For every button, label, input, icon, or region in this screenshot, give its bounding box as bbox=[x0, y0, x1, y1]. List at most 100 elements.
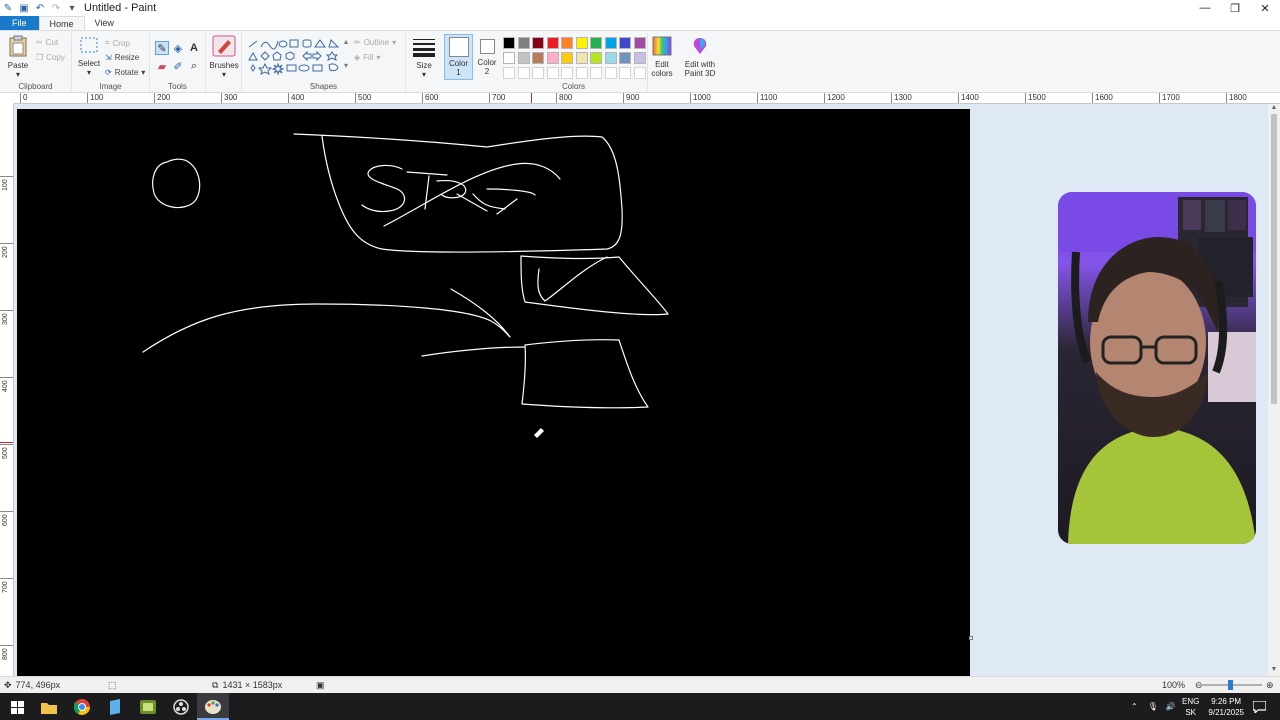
chrome-icon[interactable] bbox=[73, 698, 91, 716]
tab-view[interactable]: View bbox=[85, 16, 124, 30]
shapes-gallery[interactable] bbox=[247, 38, 347, 78]
palette-swatch[interactable] bbox=[532, 52, 544, 64]
fill-bucket-icon[interactable]: ◈ bbox=[171, 41, 185, 55]
input-language[interactable]: ENG SK bbox=[1182, 696, 1199, 718]
color1-button[interactable]: Color 1 bbox=[444, 34, 473, 80]
tab-file[interactable]: File bbox=[0, 16, 39, 30]
palette-swatch[interactable] bbox=[546, 37, 559, 49]
paste-button[interactable]: Paste ▾ bbox=[4, 35, 32, 79]
minimize-button[interactable]: — bbox=[1190, 0, 1220, 16]
show-hidden-icons-icon[interactable]: ⌃ bbox=[1131, 702, 1138, 711]
rotate-button[interactable]: ⟳ Rotate ▾ bbox=[105, 68, 145, 77]
palette-swatch-empty[interactable] bbox=[546, 67, 559, 79]
palette-swatch-empty[interactable] bbox=[575, 67, 588, 79]
notifications-icon[interactable] bbox=[1250, 698, 1268, 716]
ruler-tick: 1400 bbox=[958, 93, 979, 103]
palette-swatch-empty[interactable] bbox=[517, 67, 530, 79]
copy-button[interactable]: ❐ Copy bbox=[36, 53, 65, 62]
drawing-canvas[interactable] bbox=[17, 109, 970, 676]
palette-swatch-empty[interactable] bbox=[503, 67, 515, 79]
palette-swatch[interactable] bbox=[590, 37, 602, 49]
text-tool-icon[interactable]: A bbox=[187, 41, 201, 55]
maximize-button[interactable]: ❐ bbox=[1220, 0, 1250, 16]
palette-swatch[interactable] bbox=[517, 37, 530, 49]
eraser-icon[interactable]: ▰ bbox=[155, 59, 169, 73]
magnifier-icon[interactable]: ⌕ bbox=[187, 59, 201, 73]
edit-colors-button[interactable]: Edit colors bbox=[648, 36, 676, 78]
palette-swatch[interactable] bbox=[633, 52, 646, 64]
palette-swatch[interactable] bbox=[604, 37, 617, 49]
ruler-tick: 1000 bbox=[690, 93, 711, 103]
app-icon-green[interactable] bbox=[139, 698, 157, 716]
pencil-icon[interactable]: ✎ bbox=[155, 41, 169, 55]
zoom-slider-thumb[interactable] bbox=[1228, 680, 1233, 690]
vertical-scrollbar[interactable]: ▲ ▼ bbox=[1268, 104, 1280, 676]
ruler-label: 600 bbox=[2, 514, 9, 526]
palette-swatch[interactable] bbox=[575, 52, 588, 64]
palette-swatch[interactable] bbox=[546, 52, 559, 64]
redo-icon[interactable]: ↷ bbox=[50, 2, 62, 14]
palette-swatch[interactable] bbox=[604, 52, 617, 64]
clock[interactable]: 9:26 PM 9/21/2025 bbox=[1208, 696, 1244, 718]
scrollbar-thumb[interactable] bbox=[1271, 114, 1277, 404]
palette-swatch-empty[interactable] bbox=[532, 67, 544, 79]
outline-button[interactable]: ✏ Outline ▾ bbox=[354, 38, 396, 47]
select-button[interactable]: Select ▾ bbox=[75, 35, 103, 77]
palette-swatch[interactable] bbox=[590, 52, 602, 64]
tab-home[interactable]: Home bbox=[38, 16, 85, 30]
palette-swatch-empty[interactable] bbox=[619, 67, 631, 79]
save-icon[interactable]: ▣ bbox=[18, 2, 30, 14]
palette-swatch[interactable] bbox=[619, 37, 631, 49]
shapes-group: ▴ ▾ ✏ Outline ▾ ◈ Fill ▾ Shapes bbox=[242, 33, 406, 91]
ruler-label: 300 bbox=[2, 313, 9, 325]
ruler-label: 500 bbox=[2, 447, 9, 459]
tools-group: ✎ ◈ A ▰ ✐ ⌕ Tools bbox=[150, 33, 206, 91]
file-explorer-icon[interactable] bbox=[40, 698, 58, 716]
app-icon-blue[interactable] bbox=[106, 698, 124, 716]
ruler-tick: 1200 bbox=[824, 93, 845, 103]
shapes-scroll[interactable]: ▴ bbox=[344, 37, 348, 46]
brushes-group[interactable]: Brushes ▾ bbox=[206, 33, 242, 91]
color-picker-icon[interactable]: ✐ bbox=[171, 59, 185, 73]
resize-button[interactable]: ⇲ Resize bbox=[105, 53, 139, 62]
microphone-icon[interactable]: 🎙 bbox=[1148, 702, 1158, 711]
palette-swatch-empty[interactable] bbox=[604, 67, 617, 79]
volume-icon[interactable]: 🔊 bbox=[1166, 702, 1176, 711]
palette-swatch[interactable] bbox=[517, 52, 530, 64]
palette-swatch[interactable] bbox=[561, 52, 573, 64]
size-button[interactable]: Size ▾ bbox=[406, 33, 442, 91]
paste-dropdown-icon[interactable]: ▾ bbox=[4, 70, 32, 79]
palette-swatch[interactable] bbox=[633, 37, 646, 49]
scroll-up-icon[interactable]: ▲ bbox=[1268, 104, 1280, 114]
palette-swatch[interactable] bbox=[619, 52, 631, 64]
paint3d-label-2: Paint 3D bbox=[684, 69, 716, 78]
obs-icon[interactable] bbox=[172, 698, 190, 716]
select-dropdown-icon[interactable]: ▾ bbox=[75, 68, 103, 77]
palette-swatch[interactable] bbox=[532, 37, 544, 49]
cut-button[interactable]: ✂ Cut bbox=[36, 38, 58, 47]
palette-swatch[interactable] bbox=[575, 37, 588, 49]
shapes-expand[interactable]: ▾ bbox=[344, 61, 348, 70]
palette-swatch-empty[interactable] bbox=[633, 67, 646, 79]
palette-swatch[interactable] bbox=[503, 52, 515, 64]
canvas-resize-handle[interactable] bbox=[969, 636, 973, 640]
undo-icon[interactable]: ↶ bbox=[34, 2, 46, 14]
color2-button[interactable]: Color 2 bbox=[474, 34, 500, 80]
palette-swatch-empty[interactable] bbox=[590, 67, 602, 79]
palette-swatch[interactable] bbox=[561, 37, 573, 49]
close-button[interactable]: ✕ bbox=[1250, 0, 1280, 16]
palette-swatch-empty[interactable] bbox=[561, 67, 573, 79]
palette-swatch[interactable] bbox=[503, 37, 515, 49]
selection-size: ⬚ bbox=[108, 680, 117, 691]
fill-button[interactable]: ◈ Fill ▾ bbox=[354, 53, 380, 62]
ribbon: Paste ▾ ✂ Cut ❐ Copy Clipboard Select ▾ ⌗ C… bbox=[0, 31, 1280, 93]
edit-with-paint3d-button[interactable]: Edit with Paint 3D bbox=[680, 36, 720, 78]
crop-button[interactable]: ⌗ Crop bbox=[105, 38, 130, 48]
scroll-down-icon[interactable]: ▼ bbox=[1268, 666, 1280, 676]
zoom-in-icon[interactable]: ⊕ bbox=[1266, 680, 1274, 691]
paint-taskbar-icon[interactable] bbox=[197, 693, 229, 720]
customize-qat-icon[interactable]: ▾ bbox=[66, 2, 78, 14]
paste-label: Paste bbox=[7, 61, 29, 70]
ruler-tick: 1100 bbox=[757, 93, 777, 103]
windows-start-icon[interactable] bbox=[8, 698, 26, 716]
